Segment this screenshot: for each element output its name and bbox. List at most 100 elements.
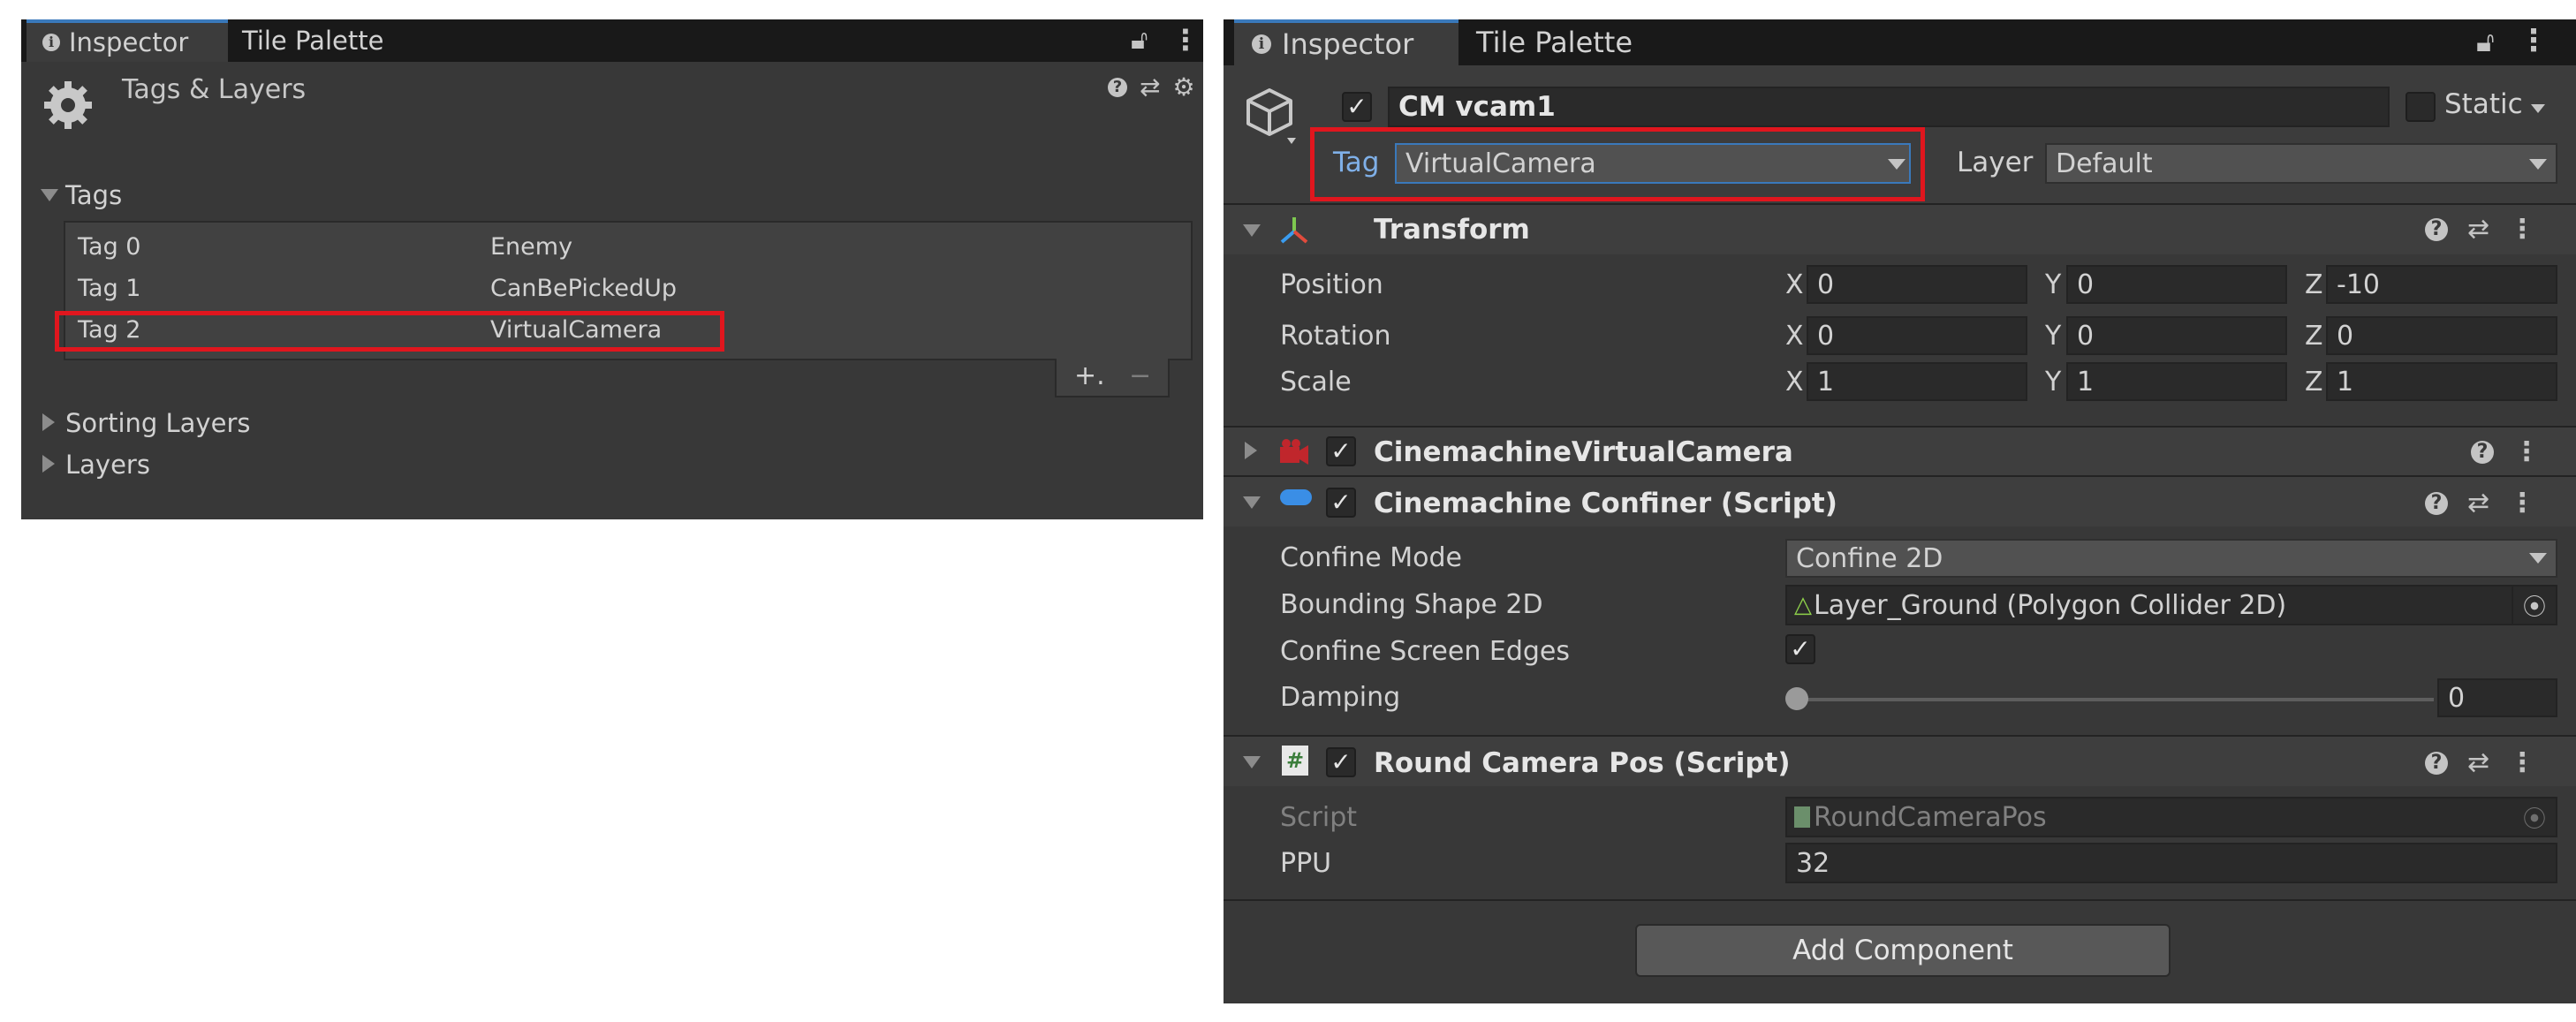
tab-tile-palette-label: Tile Palette [1476,26,1633,59]
help-icon[interactable]: ? [2425,751,2448,775]
script-label: Script [1280,802,1358,833]
rotation-y-axis[interactable]: Y [2045,321,2061,352]
presets-icon[interactable]: ⇄ [1140,72,1160,102]
confiner-enabled-checkbox[interactable]: ✓ [1326,488,1356,518]
scale-z-value: 1 [2337,366,2354,397]
confine-mode-dropdown[interactable]: Confine 2D [1785,539,2557,578]
tab-inspector[interactable]: i Inspector [27,19,228,62]
lock-icon[interactable]: 🔓︎ [1131,25,1148,56]
more-options-icon[interactable]: ⋮ [2509,214,2535,245]
more-options-icon[interactable]: ⋮ [1171,23,1200,57]
round-camera-enabled-checkbox[interactable]: ✓ [1326,747,1356,777]
tag-row-1-value[interactable]: CanBePickedUp [490,275,677,302]
position-x-value: 0 [1817,269,1835,300]
scale-x-axis[interactable]: X [1785,367,1804,397]
presets-icon[interactable]: ⇄ [2467,488,2489,519]
damping-slider-track[interactable] [1796,698,2434,701]
position-label: Position [1280,269,1383,300]
layer-dropdown-value: Default [2056,148,2153,179]
scale-z-field[interactable]: 1 [2326,362,2557,401]
confiner-foldout-arrow[interactable] [1243,496,1261,509]
ppu-value: 32 [1796,847,1830,879]
remove-tag-button[interactable]: − [1129,360,1151,391]
static-dropdown-arrow[interactable] [2531,104,2545,113]
tab-tile-palette[interactable]: Tile Palette [1476,19,1633,65]
gameobject-cube-icon[interactable] [1245,87,1298,147]
rotation-y-field[interactable]: 0 [2066,316,2287,355]
rotation-z-field[interactable]: 0 [2326,316,2557,355]
settings-gear-icon[interactable]: ⚙ [1172,72,1194,102]
scale-y-axis[interactable]: Y [2045,367,2061,397]
info-icon: i [1252,34,1271,54]
damping-slider-handle[interactable] [1785,687,1808,710]
presets-icon[interactable]: ⇄ [2467,214,2489,245]
help-icon[interactable]: ? [2471,440,2494,464]
ppu-field[interactable]: 32 [1785,843,2557,883]
bounding-shape-label: Bounding Shape 2D [1280,589,1543,620]
page-title: Tags & Layers [122,74,307,105]
position-x-field[interactable]: 0 [1807,265,2027,304]
gameobject-name-field[interactable]: CM vcam1 [1388,87,2390,127]
object-picker-icon[interactable]: ⦿ [2512,585,2556,625]
scale-y-field[interactable]: 1 [2066,362,2287,401]
more-options-icon[interactable]: ⋮ [2509,488,2535,519]
more-options-icon[interactable]: ⋮ [2513,436,2540,467]
damping-field[interactable]: 0 [2437,678,2557,717]
rotation-label: Rotation [1280,321,1391,352]
confiner-title: Cinemachine Confiner (Script) [1374,488,1837,519]
tag-row-0-name: Tag 0 [78,233,141,261]
sorting-layers-foldout-arrow[interactable] [42,413,55,431]
layers-label[interactable]: Layers [65,450,150,480]
layer-dropdown[interactable]: Default [2045,143,2557,184]
layer-dropdown-arrow [2529,159,2547,170]
position-z-field[interactable]: -10 [2326,265,2557,304]
sorting-layers-label[interactable]: Sorting Layers [65,408,250,438]
scale-label: Scale [1280,367,1352,397]
script-value: RoundCameraPos [1814,801,2047,833]
position-y-value: 0 [2077,269,2095,300]
bounding-shape-field[interactable]: △ Layer_Ground (Polygon Collider 2D) [1785,585,2557,625]
position-x-axis[interactable]: X [1785,269,1804,300]
tags-list-footer [1055,359,1170,397]
rotation-x-axis[interactable]: X [1785,321,1804,352]
rotation-x-value: 0 [1817,320,1835,352]
presets-icon[interactable]: ⇄ [2467,747,2489,778]
left-inspector-panel: i Inspector Tile Palette 🔓︎ ⋮ Tags & Lay… [21,19,1203,519]
lock-icon[interactable]: 🔓︎ [2476,25,2495,59]
rotation-z-axis[interactable]: Z [2305,321,2323,352]
scale-z-axis[interactable]: Z [2305,367,2323,397]
confine-mode-label: Confine Mode [1280,542,1462,573]
tag-row-0-value[interactable]: Enemy [490,233,572,261]
tags-section-label[interactable]: Tags [65,180,122,210]
tab-tile-palette-label: Tile Palette [242,26,384,56]
ppu-label: PPU [1280,848,1332,879]
add-tag-button[interactable]: +. [1074,360,1105,391]
tab-tile-palette[interactable]: Tile Palette [242,19,383,62]
rotation-x-field[interactable]: 0 [1807,316,2027,355]
damping-label: Damping [1280,682,1401,713]
vcam-enabled-checkbox[interactable]: ✓ [1326,436,1356,466]
help-icon[interactable]: ? [2425,491,2448,515]
position-z-axis[interactable]: Z [2305,269,2323,300]
layers-foldout-arrow[interactable] [42,455,55,473]
static-checkbox[interactable] [2406,92,2436,122]
more-options-icon[interactable]: ⋮ [2509,747,2535,778]
scale-x-value: 1 [1817,366,1835,397]
add-component-button[interactable]: Add Component [1635,924,2171,977]
tab-inspector[interactable]: i Inspector [1234,19,1458,65]
static-label[interactable]: Static [2444,88,2523,120]
help-icon[interactable]: ? [1108,77,1127,97]
round-camera-foldout-arrow[interactable] [1243,756,1261,768]
gameobject-active-checkbox[interactable]: ✓ [1342,92,1372,122]
help-icon[interactable]: ? [2425,217,2448,241]
position-y-field[interactable]: 0 [2066,265,2287,304]
tags-foldout-arrow[interactable] [41,189,58,201]
more-options-icon[interactable]: ⋮ [2519,23,2549,58]
position-y-axis[interactable]: Y [2045,269,2061,300]
scale-x-field[interactable]: 1 [1807,362,2027,401]
transform-foldout-arrow[interactable] [1243,224,1261,237]
tab-inspector-label: Inspector [69,27,189,57]
transform-title: Transform [1374,214,1530,246]
vcam-foldout-arrow[interactable] [1245,442,1257,459]
confine-edges-checkbox[interactable]: ✓ [1785,634,1815,664]
